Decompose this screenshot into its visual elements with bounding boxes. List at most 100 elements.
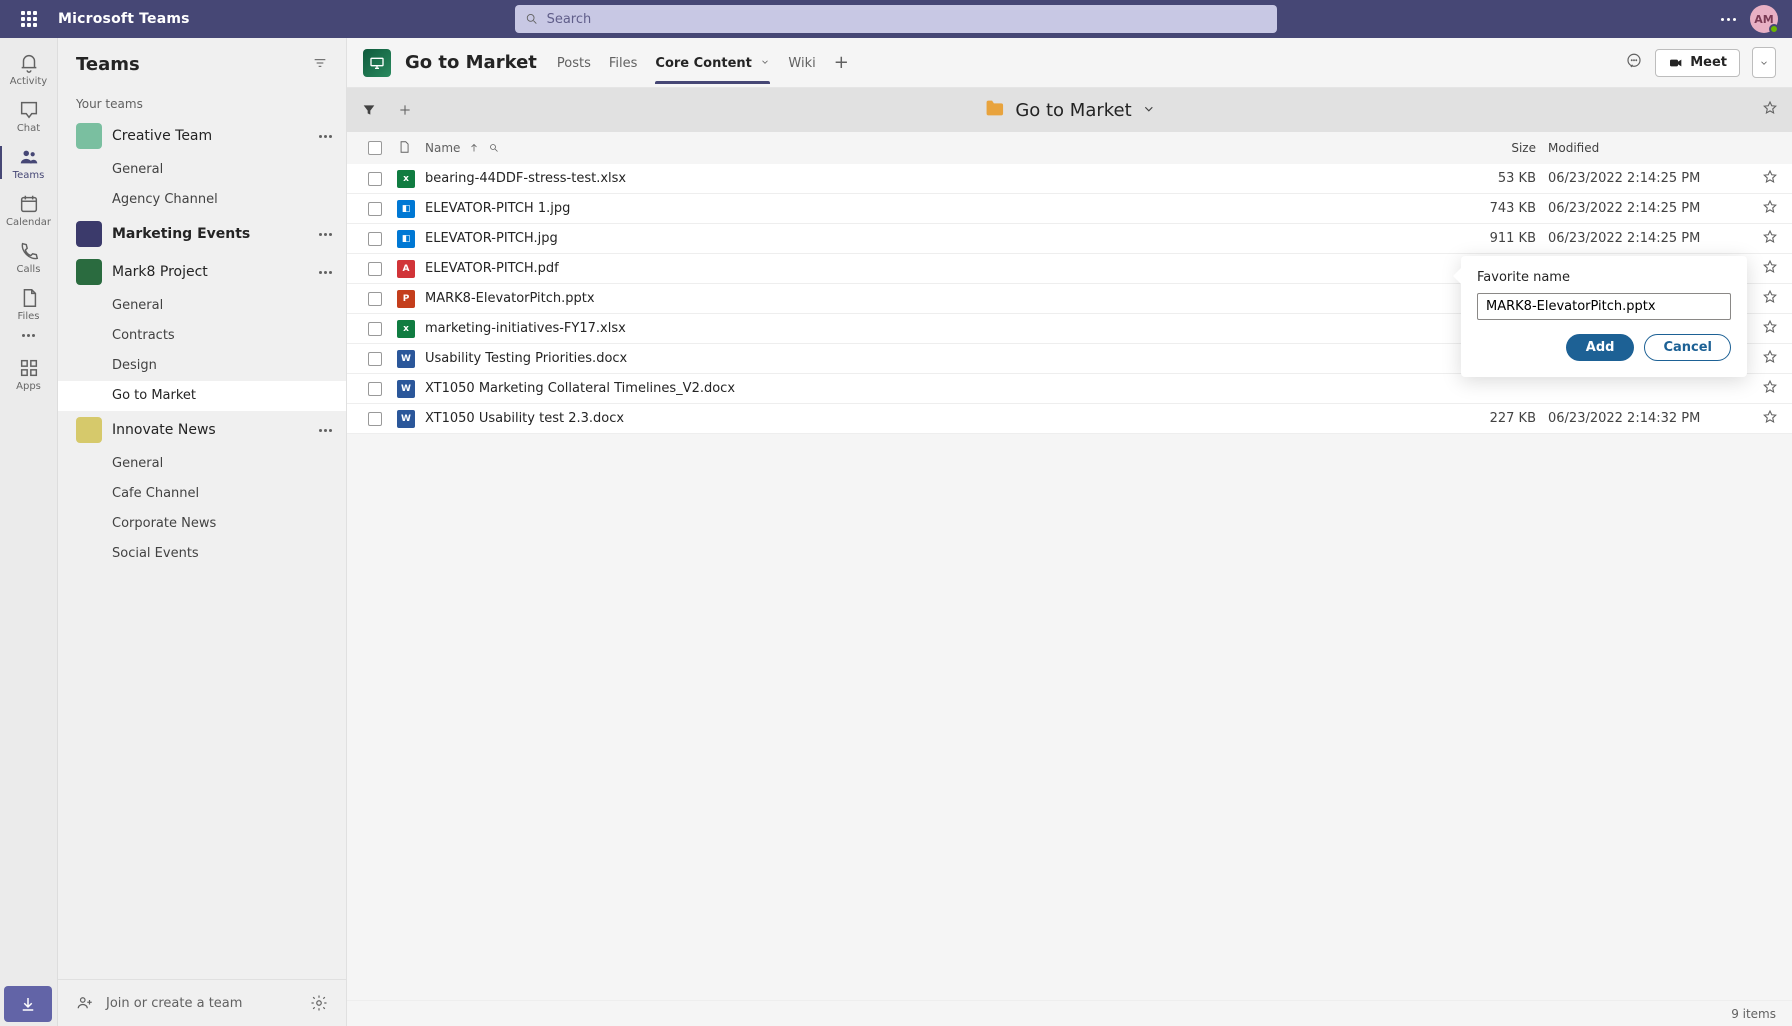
search-column-icon[interactable] xyxy=(488,142,500,154)
row-checkbox[interactable] xyxy=(368,412,382,426)
file-modified: 06/23/2022 2:14:32 PM xyxy=(1548,411,1748,426)
download-button[interactable] xyxy=(4,986,52,1022)
conversation-button[interactable] xyxy=(1625,52,1643,74)
app-launcher[interactable] xyxy=(0,0,58,38)
gear-icon[interactable] xyxy=(310,994,328,1012)
breadcrumb[interactable]: Go to Market xyxy=(983,97,1155,123)
waffle-icon xyxy=(21,11,37,27)
add-tab-button[interactable]: + xyxy=(834,52,849,73)
search-icon xyxy=(525,12,539,26)
rail-chat[interactable]: Chat xyxy=(0,93,57,138)
folder-icon xyxy=(983,97,1005,123)
favorite-name-input[interactable] xyxy=(1477,293,1731,320)
row-checkbox[interactable] xyxy=(368,292,382,306)
row-checkbox[interactable] xyxy=(368,172,382,186)
meet-button[interactable]: Meet xyxy=(1655,49,1740,77)
rail-apps[interactable]: Apps xyxy=(0,351,57,396)
funnel-icon[interactable] xyxy=(361,102,377,118)
file-row[interactable]: xbearing-44DDF-stress-test.xlsx53 KB06/2… xyxy=(347,164,1792,194)
file-row[interactable]: WXT1050 Marketing Collateral Timelines_V… xyxy=(347,374,1792,404)
favorite-button[interactable] xyxy=(1762,289,1778,309)
channel-item[interactable]: Contracts xyxy=(58,321,346,351)
people-add-icon xyxy=(76,994,94,1012)
file-name: MARK8-ElevatorPitch.pptx xyxy=(425,291,1458,306)
file-row[interactable]: ◧ELEVATOR-PITCH 1.jpg743 KB06/23/2022 2:… xyxy=(347,194,1792,224)
favorite-button[interactable] xyxy=(1762,169,1778,189)
tab-posts[interactable]: Posts xyxy=(557,42,591,83)
rail-more[interactable] xyxy=(0,328,57,341)
sidebar-title: Teams xyxy=(76,54,140,75)
video-icon xyxy=(1668,55,1684,71)
sort-asc-icon[interactable] xyxy=(468,142,480,154)
rail-calendar[interactable]: Calendar xyxy=(0,187,57,232)
row-checkbox[interactable] xyxy=(368,352,382,366)
file-name: XT1050 Usability test 2.3.docx xyxy=(425,411,1458,426)
file-type-icon: A xyxy=(397,260,415,278)
favorite-button[interactable] xyxy=(1762,259,1778,279)
row-checkbox[interactable] xyxy=(368,322,382,336)
app-rail: Activity Chat Teams Calendar Calls Files… xyxy=(0,38,58,1026)
file-name: XT1050 Marketing Collateral Timelines_V2… xyxy=(425,381,1458,396)
channel-item[interactable]: Social Events xyxy=(58,539,346,569)
team-more-button[interactable] xyxy=(319,135,332,138)
select-all-checkbox[interactable] xyxy=(368,141,382,155)
team-row[interactable]: Marketing Events xyxy=(58,215,346,253)
meet-dropdown[interactable] xyxy=(1752,47,1776,78)
column-name[interactable]: Name xyxy=(425,141,460,155)
tab-wiki[interactable]: Wiki xyxy=(788,42,815,83)
favorite-button[interactable] xyxy=(1762,229,1778,249)
file-modified: 06/23/2022 2:14:25 PM xyxy=(1548,171,1748,186)
team-more-button[interactable] xyxy=(319,271,332,274)
favorite-button[interactable] xyxy=(1762,319,1778,339)
favorite-folder-button[interactable] xyxy=(1762,101,1778,120)
team-row[interactable]: Mark8 Project xyxy=(58,253,346,291)
channel-item[interactable]: Agency Channel xyxy=(58,185,346,215)
team-more-button[interactable] xyxy=(319,233,332,236)
file-toolbar: Go to Market xyxy=(347,88,1792,132)
file-row[interactable]: ◧ELEVATOR-PITCH.jpg911 KB06/23/2022 2:14… xyxy=(347,224,1792,254)
file-size: 743 KB xyxy=(1458,201,1548,216)
file-row[interactable]: WXT1050 Usability test 2.3.docx227 KB06/… xyxy=(347,404,1792,434)
tab-files[interactable]: Files xyxy=(609,42,638,83)
team-more-button[interactable] xyxy=(319,429,332,432)
team-row[interactable]: Creative Team xyxy=(58,117,346,155)
channel-item[interactable]: Go to Market xyxy=(58,381,346,411)
column-modified[interactable]: Modified xyxy=(1548,141,1748,155)
join-create-team[interactable]: Join or create a team xyxy=(106,996,242,1011)
search-box[interactable] xyxy=(515,5,1277,33)
favorite-button[interactable] xyxy=(1762,409,1778,429)
rail-teams[interactable]: Teams xyxy=(0,140,57,185)
rail-calls[interactable]: Calls xyxy=(0,234,57,279)
presence-indicator xyxy=(1769,24,1779,34)
favorite-button[interactable] xyxy=(1762,379,1778,399)
channel-item[interactable]: Cafe Channel xyxy=(58,479,346,509)
search-container xyxy=(515,5,1277,33)
add-button[interactable]: Add xyxy=(1566,334,1635,361)
rail-files[interactable]: Files xyxy=(0,281,57,326)
channel-item[interactable]: Design xyxy=(58,351,346,381)
row-checkbox[interactable] xyxy=(368,202,382,216)
team-row[interactable]: Innovate News xyxy=(58,411,346,449)
avatar[interactable]: AM xyxy=(1750,5,1778,33)
rail-label: Teams xyxy=(13,170,45,181)
channel-item[interactable]: Corporate News xyxy=(58,509,346,539)
chevron-down-icon xyxy=(760,56,770,71)
row-checkbox[interactable] xyxy=(368,262,382,276)
team-avatar xyxy=(76,259,102,285)
channel-item[interactable]: General xyxy=(58,291,346,321)
channel-avatar xyxy=(363,49,391,77)
favorite-button[interactable] xyxy=(1762,199,1778,219)
row-checkbox[interactable] xyxy=(368,232,382,246)
filter-button[interactable] xyxy=(312,55,328,75)
add-icon[interactable] xyxy=(397,102,413,118)
channel-item[interactable]: General xyxy=(58,155,346,185)
channel-item[interactable]: General xyxy=(58,449,346,479)
settings-more-icon[interactable] xyxy=(1721,18,1736,21)
cancel-button[interactable]: Cancel xyxy=(1644,334,1731,361)
row-checkbox[interactable] xyxy=(368,382,382,396)
column-size[interactable]: Size xyxy=(1458,141,1548,155)
search-input[interactable] xyxy=(547,12,1267,27)
tab-core-content[interactable]: Core Content xyxy=(655,42,770,83)
rail-activity[interactable]: Activity xyxy=(0,46,57,91)
favorite-button[interactable] xyxy=(1762,349,1778,369)
